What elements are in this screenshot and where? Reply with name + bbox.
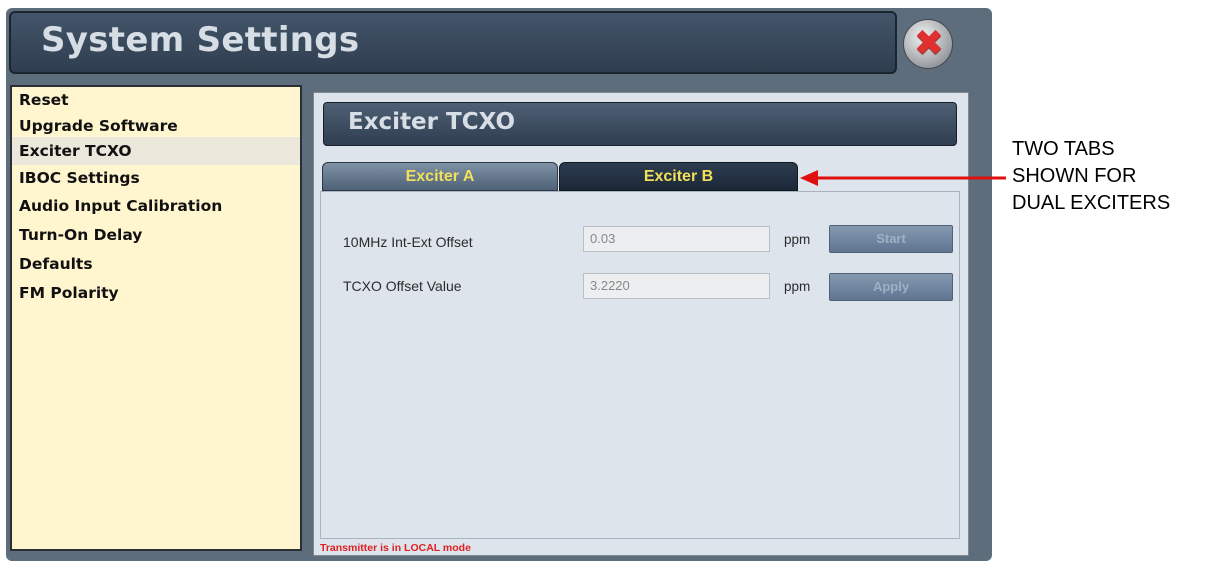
- panel-header: Exciter TCXO: [323, 102, 957, 146]
- exciter-tcxo-panel: Exciter TCXO Exciter A Exciter B 10MHz I…: [313, 92, 969, 556]
- sidebar-item-turn-on-delay[interactable]: Turn-On Delay: [12, 221, 300, 249]
- sidebar-item-upgrade-software[interactable]: Upgrade Software: [12, 111, 300, 137]
- tab-exciter-b[interactable]: Exciter B: [559, 162, 798, 191]
- tcxo-offset-label: TCXO Offset Value: [343, 278, 462, 294]
- sidebar-item-defaults[interactable]: Defaults: [12, 249, 300, 279]
- sidebar-item-audio-input-calibration[interactable]: Audio Input Calibration: [12, 191, 300, 221]
- tab-exciter-b-label: Exciter B: [643, 168, 714, 185]
- settings-sidebar: Reset Upgrade Software Exciter TCXO IBOC…: [10, 85, 302, 551]
- apply-button[interactable]: Apply: [829, 273, 953, 301]
- close-icon: ✖: [913, 23, 945, 64]
- window-title: System Settings: [41, 20, 360, 60]
- sidebar-item-exciter-tcxo[interactable]: Exciter TCXO: [12, 137, 300, 165]
- annotation-line: SHOWN FOR: [1012, 165, 1137, 187]
- annotation-arrow-icon: [800, 170, 1006, 186]
- tcxo-offset-field[interactable]: 3.2220: [583, 273, 770, 299]
- annotation-line: DUAL EXCITERS: [1012, 192, 1171, 214]
- panel-title: Exciter TCXO: [348, 109, 516, 135]
- tab-exciter-a-label: Exciter A: [405, 168, 475, 185]
- annotation-callout: TWO TABS SHOWN FOR DUAL EXCITERS: [1012, 136, 1170, 217]
- tab-exciter-a[interactable]: Exciter A: [322, 162, 558, 191]
- tcxo-offset-unit: ppm: [784, 279, 811, 294]
- close-button[interactable]: ✖: [903, 19, 953, 69]
- status-message: Transmitter is in LOCAL mode: [320, 542, 471, 554]
- start-button[interactable]: Start: [829, 225, 953, 253]
- annotation-line: TWO TABS: [1012, 138, 1115, 160]
- sidebar-item-fm-polarity[interactable]: FM Polarity: [12, 279, 300, 307]
- int-ext-offset-field[interactable]: 0.03: [583, 226, 770, 252]
- tab-content: 10MHz Int-Ext Offset 0.03 ppm Start TCXO…: [320, 191, 960, 539]
- int-ext-offset-label: 10MHz Int-Ext Offset: [343, 234, 473, 250]
- sidebar-item-iboc-settings[interactable]: IBOC Settings: [12, 165, 300, 191]
- int-ext-offset-unit: ppm: [784, 232, 811, 247]
- sidebar-item-reset[interactable]: Reset: [12, 89, 300, 111]
- title-bar: System Settings: [9, 11, 897, 74]
